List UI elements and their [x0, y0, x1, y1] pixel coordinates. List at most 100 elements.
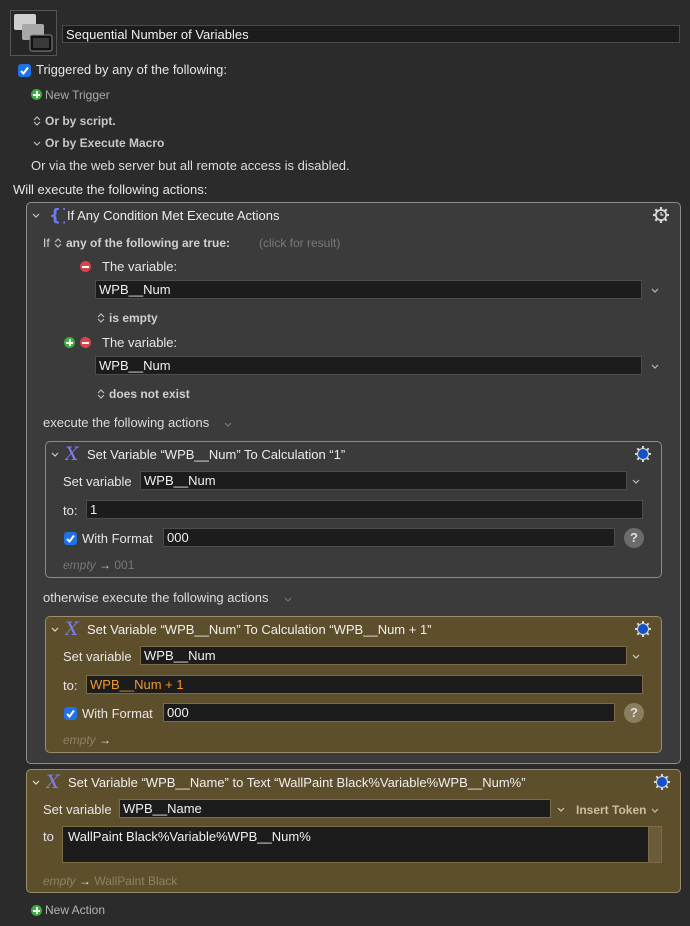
collapse-chevron-icon[interactable] — [51, 451, 59, 459]
collapse-chevron-icon[interactable] — [32, 212, 40, 220]
collapse-chevron-icon[interactable] — [51, 626, 59, 634]
set-variable-label: Set variable — [63, 649, 132, 664]
condition-variable-field[interactable]: WPB__Num — [95, 356, 642, 375]
collapse-chevron-icon[interactable] — [32, 779, 40, 787]
preview-line: empty → — [63, 732, 111, 748]
or-by-script-label: Or by script. — [45, 114, 116, 128]
if-action-block[interactable]: {} If Any Condition Met Execute Actions … — [26, 202, 681, 764]
preview-arrow: → — [79, 874, 92, 888]
set-variable-label: Set variable — [43, 802, 112, 817]
insert-token-label: Insert Token — [576, 803, 647, 817]
then-action-title: Set Variable “WPB__Num” To Calculation “… — [87, 447, 346, 462]
up-down-chevron-icon — [97, 389, 105, 399]
will-execute-label: Will execute the following actions: — [13, 182, 208, 197]
if-action-title: If Any Condition Met Execute Actions — [67, 208, 280, 223]
otherwise-actions-label: otherwise execute the following actions — [43, 590, 269, 605]
condition-mode-label: any of the following are true: — [66, 236, 231, 250]
macro-name-field[interactable]: Sequential Number of Variables — [62, 25, 680, 43]
with-format-label: With Format — [82, 706, 153, 721]
set-variable-label: Set variable — [63, 474, 132, 489]
preview-line: empty → 001 — [63, 557, 134, 573]
stacked-windows-icon — [14, 14, 53, 52]
add-icon — [31, 89, 42, 100]
checkmark-icon — [66, 534, 75, 544]
gear-icon[interactable] — [634, 445, 652, 463]
with-format-label: With Format — [82, 531, 153, 546]
condition-variable-field[interactable]: WPB__Num — [95, 280, 642, 299]
new-trigger-label: New Trigger — [45, 88, 110, 102]
condition-label: The variable: — [102, 259, 178, 274]
chevron-down-icon[interactable] — [283, 595, 293, 605]
set-variable-field[interactable]: WPB__Num — [140, 471, 627, 490]
variable-x-icon: X — [46, 773, 61, 791]
gear-icon[interactable] — [653, 773, 671, 791]
remove-condition-button[interactable] — [80, 261, 91, 272]
condition-test-label: is empty — [109, 311, 158, 325]
add-condition-button[interactable] — [64, 337, 75, 348]
up-down-chevron-icon — [97, 313, 105, 323]
up-down-chevron-icon — [54, 238, 62, 248]
text-area-scrollbar[interactable] — [648, 826, 662, 863]
new-action-label: New Action — [45, 903, 106, 917]
click-for-result-link[interactable]: (click for result) — [259, 235, 340, 251]
format-field[interactable]: 000 — [163, 703, 615, 722]
to-label: to: — [63, 503, 78, 518]
triggers-enabled-checkbox[interactable] — [18, 64, 31, 77]
chevron-down-icon — [651, 808, 659, 813]
format-field[interactable]: 000 — [163, 528, 615, 547]
variable-x-icon: X — [65, 620, 80, 638]
else-action-block[interactable]: X Set Variable “WPB__Num” To Calculation… — [45, 616, 662, 753]
add-icon — [31, 905, 42, 916]
preview-arrow: → — [99, 558, 112, 572]
curly-braces-icon: {} — [49, 206, 65, 224]
preview-result: 001 — [114, 558, 135, 572]
execute-actions-label: execute the following actions — [43, 415, 210, 430]
triggers-label: Triggered by any of the following: — [36, 62, 228, 77]
if-label: If — [43, 236, 50, 250]
to-label: to: — [63, 678, 78, 693]
svg-text:X: X — [65, 620, 80, 638]
chevron-down-icon[interactable] — [223, 420, 233, 430]
set-variable-field[interactable]: WPB__Name — [119, 799, 551, 818]
set-text-action-block[interactable]: X Set Variable “WPB__Name” to Text “Wall… — [26, 769, 681, 893]
gear-icon[interactable] — [634, 620, 652, 638]
or-by-execute-macro-label: Or by Execute Macro — [45, 136, 165, 150]
variable-x-icon: X — [65, 445, 80, 463]
up-down-chevron-icon — [33, 116, 41, 126]
then-action-block[interactable]: X Set Variable “WPB__Num” To Calculation… — [45, 441, 662, 578]
svg-text:X: X — [46, 773, 61, 791]
svg-text:{}: {} — [49, 206, 65, 224]
checkmark-icon — [20, 66, 29, 76]
chevron-down-icon[interactable] — [631, 477, 641, 487]
chevron-down-icon — [33, 141, 41, 146]
macro-icon[interactable] — [10, 10, 57, 56]
preview-line: empty → WallPaint Black — [43, 873, 177, 889]
chevron-down-icon[interactable] — [650, 362, 660, 372]
with-format-checkbox[interactable] — [64, 707, 77, 720]
preview-arrow: → — [99, 733, 112, 747]
else-action-title: Set Variable “WPB__Num” To Calculation “… — [87, 622, 432, 637]
condition-test-label: does not exist — [109, 387, 190, 401]
calculation-field[interactable]: 1 — [86, 500, 643, 519]
text-value-area[interactable]: WallPaint Black%Variable%WPB__Num% — [62, 826, 649, 863]
preview-empty: empty — [63, 733, 96, 747]
preview-empty: empty — [63, 558, 96, 572]
help-button[interactable]: ? — [624, 528, 644, 548]
chevron-down-icon[interactable] — [650, 286, 660, 296]
remove-condition-button[interactable] — [80, 337, 91, 348]
help-button[interactable]: ? — [624, 703, 644, 723]
with-format-checkbox[interactable] — [64, 532, 77, 545]
text-action-title: Set Variable “WPB__Name” to Text “WallPa… — [68, 775, 526, 790]
to-label: to — [43, 829, 54, 844]
preview-result: WallPaint Black — [94, 874, 178, 888]
svg-text:X: X — [65, 445, 80, 463]
chevron-down-icon[interactable] — [556, 805, 566, 815]
calculation-field[interactable]: WPB__Num + 1 — [86, 675, 643, 694]
preview-empty: empty — [43, 874, 76, 888]
chevron-down-icon[interactable] — [631, 652, 641, 662]
checkmark-icon — [66, 709, 75, 719]
set-variable-field[interactable]: WPB__Num — [140, 646, 627, 665]
condition-label: The variable: — [102, 335, 178, 350]
gear-icon[interactable] — [652, 206, 670, 224]
web-server-note: Or via the web server but all remote acc… — [31, 158, 350, 173]
